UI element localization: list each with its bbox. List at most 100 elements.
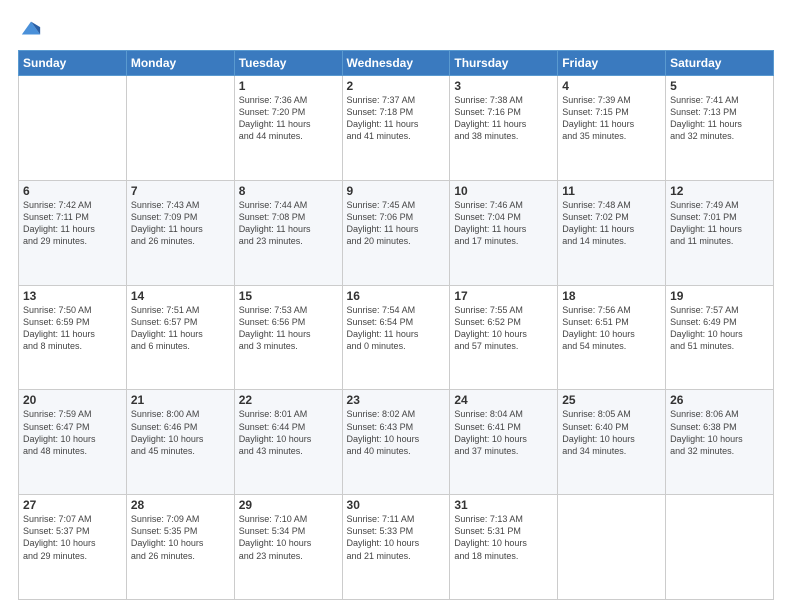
day-info: Sunrise: 7:51 AMSunset: 6:57 PMDaylight:…	[131, 304, 230, 353]
weekday-header-tuesday: Tuesday	[234, 51, 342, 76]
page: SundayMondayTuesdayWednesdayThursdayFrid…	[0, 0, 792, 612]
calendar-cell	[666, 495, 774, 600]
day-number: 14	[131, 289, 230, 303]
day-info: Sunrise: 7:10 AMSunset: 5:34 PMDaylight:…	[239, 513, 338, 562]
day-info: Sunrise: 7:57 AMSunset: 6:49 PMDaylight:…	[670, 304, 769, 353]
calendar-cell: 24Sunrise: 8:04 AMSunset: 6:41 PMDayligh…	[450, 390, 558, 495]
day-info: Sunrise: 7:49 AMSunset: 7:01 PMDaylight:…	[670, 199, 769, 248]
day-number: 1	[239, 79, 338, 93]
day-number: 31	[454, 498, 553, 512]
day-number: 8	[239, 184, 338, 198]
day-info: Sunrise: 7:38 AMSunset: 7:16 PMDaylight:…	[454, 94, 553, 143]
day-info: Sunrise: 7:50 AMSunset: 6:59 PMDaylight:…	[23, 304, 122, 353]
calendar-cell: 15Sunrise: 7:53 AMSunset: 6:56 PMDayligh…	[234, 285, 342, 390]
calendar-cell: 18Sunrise: 7:56 AMSunset: 6:51 PMDayligh…	[558, 285, 666, 390]
day-info: Sunrise: 7:53 AMSunset: 6:56 PMDaylight:…	[239, 304, 338, 353]
day-number: 9	[347, 184, 446, 198]
day-info: Sunrise: 8:01 AMSunset: 6:44 PMDaylight:…	[239, 408, 338, 457]
weekday-header-thursday: Thursday	[450, 51, 558, 76]
day-info: Sunrise: 7:07 AMSunset: 5:37 PMDaylight:…	[23, 513, 122, 562]
calendar-cell: 30Sunrise: 7:11 AMSunset: 5:33 PMDayligh…	[342, 495, 450, 600]
week-row-5: 27Sunrise: 7:07 AMSunset: 5:37 PMDayligh…	[19, 495, 774, 600]
day-info: Sunrise: 7:48 AMSunset: 7:02 PMDaylight:…	[562, 199, 661, 248]
day-number: 12	[670, 184, 769, 198]
day-number: 5	[670, 79, 769, 93]
day-number: 10	[454, 184, 553, 198]
day-number: 21	[131, 393, 230, 407]
weekday-header-wednesday: Wednesday	[342, 51, 450, 76]
calendar-cell	[126, 76, 234, 181]
calendar-cell: 26Sunrise: 8:06 AMSunset: 6:38 PMDayligh…	[666, 390, 774, 495]
day-info: Sunrise: 8:04 AMSunset: 6:41 PMDaylight:…	[454, 408, 553, 457]
calendar-cell: 10Sunrise: 7:46 AMSunset: 7:04 PMDayligh…	[450, 180, 558, 285]
day-info: Sunrise: 7:11 AMSunset: 5:33 PMDaylight:…	[347, 513, 446, 562]
header	[18, 18, 774, 40]
calendar-cell: 29Sunrise: 7:10 AMSunset: 5:34 PMDayligh…	[234, 495, 342, 600]
week-row-2: 6Sunrise: 7:42 AMSunset: 7:11 PMDaylight…	[19, 180, 774, 285]
day-number: 20	[23, 393, 122, 407]
day-number: 22	[239, 393, 338, 407]
calendar-cell: 23Sunrise: 8:02 AMSunset: 6:43 PMDayligh…	[342, 390, 450, 495]
day-info: Sunrise: 7:45 AMSunset: 7:06 PMDaylight:…	[347, 199, 446, 248]
weekday-header-friday: Friday	[558, 51, 666, 76]
day-number: 17	[454, 289, 553, 303]
calendar-cell: 13Sunrise: 7:50 AMSunset: 6:59 PMDayligh…	[19, 285, 127, 390]
calendar-cell: 16Sunrise: 7:54 AMSunset: 6:54 PMDayligh…	[342, 285, 450, 390]
day-info: Sunrise: 7:39 AMSunset: 7:15 PMDaylight:…	[562, 94, 661, 143]
week-row-4: 20Sunrise: 7:59 AMSunset: 6:47 PMDayligh…	[19, 390, 774, 495]
calendar-cell	[558, 495, 666, 600]
calendar-cell: 27Sunrise: 7:07 AMSunset: 5:37 PMDayligh…	[19, 495, 127, 600]
calendar-cell	[19, 76, 127, 181]
weekday-header-saturday: Saturday	[666, 51, 774, 76]
calendar-cell: 11Sunrise: 7:48 AMSunset: 7:02 PMDayligh…	[558, 180, 666, 285]
calendar-cell: 17Sunrise: 7:55 AMSunset: 6:52 PMDayligh…	[450, 285, 558, 390]
day-info: Sunrise: 7:46 AMSunset: 7:04 PMDaylight:…	[454, 199, 553, 248]
weekday-header-sunday: Sunday	[19, 51, 127, 76]
calendar-cell: 3Sunrise: 7:38 AMSunset: 7:16 PMDaylight…	[450, 76, 558, 181]
day-info: Sunrise: 8:02 AMSunset: 6:43 PMDaylight:…	[347, 408, 446, 457]
day-number: 19	[670, 289, 769, 303]
day-number: 23	[347, 393, 446, 407]
week-row-3: 13Sunrise: 7:50 AMSunset: 6:59 PMDayligh…	[19, 285, 774, 390]
calendar-cell: 21Sunrise: 8:00 AMSunset: 6:46 PMDayligh…	[126, 390, 234, 495]
calendar-cell: 19Sunrise: 7:57 AMSunset: 6:49 PMDayligh…	[666, 285, 774, 390]
logo-icon	[20, 18, 42, 40]
day-number: 6	[23, 184, 122, 198]
calendar-cell: 9Sunrise: 7:45 AMSunset: 7:06 PMDaylight…	[342, 180, 450, 285]
calendar-table: SundayMondayTuesdayWednesdayThursdayFrid…	[18, 50, 774, 600]
calendar-cell: 14Sunrise: 7:51 AMSunset: 6:57 PMDayligh…	[126, 285, 234, 390]
calendar-cell: 4Sunrise: 7:39 AMSunset: 7:15 PMDaylight…	[558, 76, 666, 181]
day-info: Sunrise: 8:00 AMSunset: 6:46 PMDaylight:…	[131, 408, 230, 457]
day-number: 24	[454, 393, 553, 407]
calendar-cell: 2Sunrise: 7:37 AMSunset: 7:18 PMDaylight…	[342, 76, 450, 181]
day-number: 11	[562, 184, 661, 198]
day-info: Sunrise: 7:41 AMSunset: 7:13 PMDaylight:…	[670, 94, 769, 143]
day-number: 13	[23, 289, 122, 303]
day-number: 2	[347, 79, 446, 93]
calendar-cell: 12Sunrise: 7:49 AMSunset: 7:01 PMDayligh…	[666, 180, 774, 285]
weekday-header-monday: Monday	[126, 51, 234, 76]
day-number: 30	[347, 498, 446, 512]
weekday-header-row: SundayMondayTuesdayWednesdayThursdayFrid…	[19, 51, 774, 76]
calendar-cell: 1Sunrise: 7:36 AMSunset: 7:20 PMDaylight…	[234, 76, 342, 181]
day-info: Sunrise: 8:05 AMSunset: 6:40 PMDaylight:…	[562, 408, 661, 457]
day-number: 26	[670, 393, 769, 407]
calendar-cell: 25Sunrise: 8:05 AMSunset: 6:40 PMDayligh…	[558, 390, 666, 495]
day-info: Sunrise: 7:59 AMSunset: 6:47 PMDaylight:…	[23, 408, 122, 457]
day-number: 18	[562, 289, 661, 303]
day-info: Sunrise: 7:54 AMSunset: 6:54 PMDaylight:…	[347, 304, 446, 353]
calendar-cell: 20Sunrise: 7:59 AMSunset: 6:47 PMDayligh…	[19, 390, 127, 495]
day-number: 3	[454, 79, 553, 93]
day-info: Sunrise: 7:43 AMSunset: 7:09 PMDaylight:…	[131, 199, 230, 248]
day-info: Sunrise: 7:55 AMSunset: 6:52 PMDaylight:…	[454, 304, 553, 353]
calendar-cell: 5Sunrise: 7:41 AMSunset: 7:13 PMDaylight…	[666, 76, 774, 181]
day-number: 29	[239, 498, 338, 512]
calendar-cell: 6Sunrise: 7:42 AMSunset: 7:11 PMDaylight…	[19, 180, 127, 285]
day-number: 16	[347, 289, 446, 303]
calendar-cell: 28Sunrise: 7:09 AMSunset: 5:35 PMDayligh…	[126, 495, 234, 600]
day-info: Sunrise: 7:56 AMSunset: 6:51 PMDaylight:…	[562, 304, 661, 353]
day-info: Sunrise: 7:42 AMSunset: 7:11 PMDaylight:…	[23, 199, 122, 248]
day-info: Sunrise: 7:09 AMSunset: 5:35 PMDaylight:…	[131, 513, 230, 562]
week-row-1: 1Sunrise: 7:36 AMSunset: 7:20 PMDaylight…	[19, 76, 774, 181]
day-info: Sunrise: 7:13 AMSunset: 5:31 PMDaylight:…	[454, 513, 553, 562]
